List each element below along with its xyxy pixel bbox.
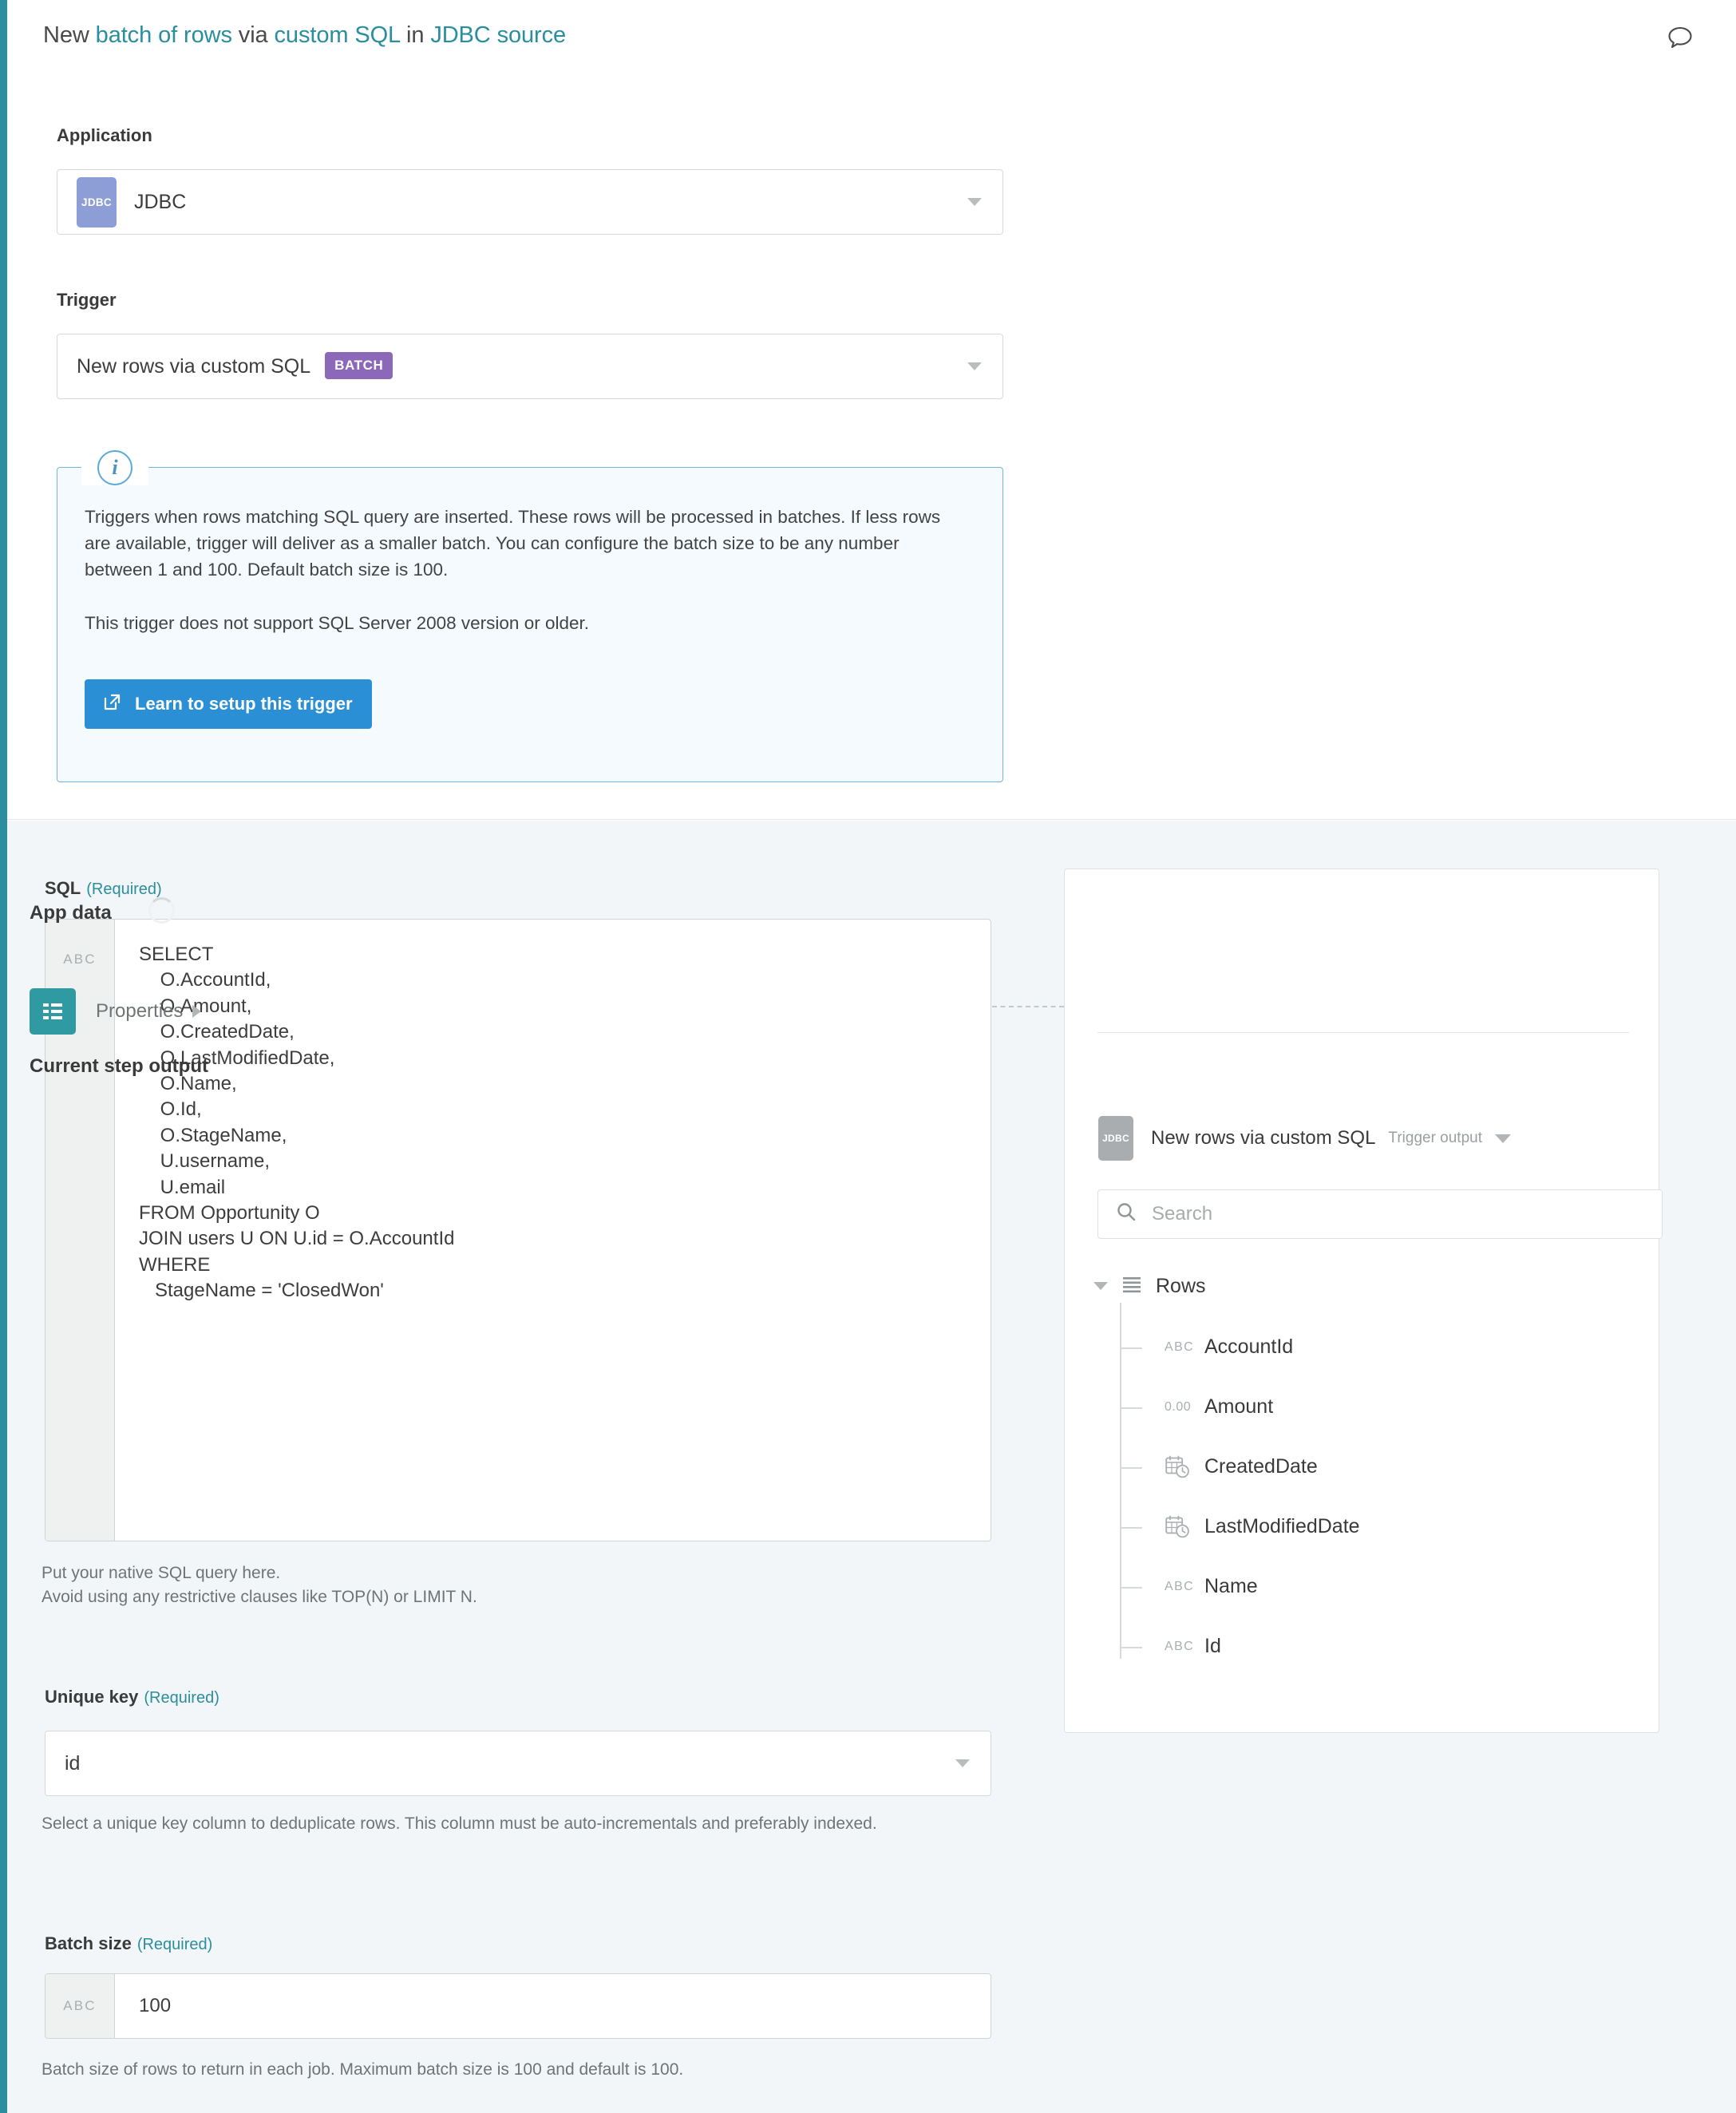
- jdbc-step-icon: JDBC: [1098, 1116, 1133, 1161]
- application-label: Application: [57, 125, 152, 145]
- info-paragraph-1: Triggers when rows matching SQL query ar…: [85, 507, 941, 580]
- chevron-down-icon: [967, 362, 982, 370]
- external-link-icon: [102, 692, 122, 717]
- page-title-part-4: in: [400, 22, 431, 48]
- step-output-subtitle: Trigger output: [1388, 1130, 1483, 1146]
- chevron-down-icon: [955, 1759, 970, 1767]
- trigger-label: Trigger: [57, 290, 117, 310]
- unique-key-label: Unique key (Required): [45, 1687, 219, 1707]
- field-output-connector: [992, 1006, 1064, 1007]
- tree-item-label: Amount: [1204, 1395, 1274, 1418]
- trigger-info-panel: i Triggers when rows matching SQL query …: [57, 450, 1003, 782]
- datetime-type-icon: [1165, 1454, 1201, 1480]
- comment-icon[interactable]: [1664, 21, 1696, 53]
- batch-size-type-indicator: ABC: [45, 1974, 115, 2038]
- sql-value[interactable]: SELECT O.AccountId, O.Amount, O.CreatedD…: [115, 920, 991, 1541]
- tree-item-accountid[interactable]: ABC AccountId: [1120, 1317, 1652, 1377]
- properties-label: Properties: [96, 1000, 184, 1022]
- sql-required-tag: (Required): [86, 880, 162, 898]
- learn-button-label: Learn to setup this trigger: [135, 694, 353, 714]
- batch-size-value[interactable]: 100: [115, 1974, 991, 2038]
- info-icon: i: [97, 450, 132, 485]
- loading-spinner: [148, 897, 175, 924]
- batch-size-required-tag: (Required): [136, 1936, 213, 1953]
- jdbc-app-icon: JDBC: [77, 176, 117, 228]
- accent-left-strip: [0, 0, 7, 2113]
- info-paragraph-2: This trigger does not support SQL Server…: [85, 613, 589, 634]
- trigger-value: New rows via custom SQL: [77, 354, 311, 378]
- current-step-output-title: Current step output: [30, 1055, 208, 1077]
- unique-key-value: id: [65, 1751, 81, 1775]
- output-field-tree: Rows ABC AccountId 0.00 Amount CreatedDa…: [1093, 1269, 1652, 1676]
- unique-key-required-tag: (Required): [144, 1689, 219, 1707]
- rows-icon: [1121, 1273, 1143, 1300]
- trigger-select[interactable]: New rows via custom SQL BATCH: [57, 334, 1003, 399]
- properties-row[interactable]: Properties: [30, 988, 202, 1035]
- page-title-part-5: JDBC source: [430, 22, 567, 48]
- batch-size-input[interactable]: ABC 100: [45, 1973, 991, 2039]
- page-title-part-0: New: [43, 22, 96, 48]
- number-type-icon: 0.00: [1165, 1399, 1192, 1414]
- panel-divider: [1097, 1032, 1629, 1033]
- list-icon: [30, 988, 76, 1035]
- tree-item-label: Id: [1204, 1635, 1221, 1657]
- tree-item-lastmodifieddate[interactable]: LastModifiedDate: [1120, 1497, 1652, 1557]
- unique-key-help-text: Select a unique key column to deduplicat…: [42, 1814, 877, 1833]
- tree-item-label: CreatedDate: [1204, 1455, 1318, 1478]
- batch-size-label-text: Batch size: [45, 1933, 132, 1953]
- step-output-header[interactable]: JDBC New rows via custom SQL Trigger out…: [1098, 1116, 1512, 1161]
- chevron-down-icon[interactable]: [1495, 1134, 1512, 1143]
- tree-children: ABC AccountId 0.00 Amount CreatedDate La…: [1120, 1303, 1652, 1676]
- string-type-icon: ABC: [1165, 1339, 1195, 1354]
- chevron-right-icon: [192, 1005, 202, 1018]
- sql-label: SQL (Required): [45, 878, 162, 899]
- unique-key-select[interactable]: id: [45, 1731, 991, 1796]
- info-panel-body: Triggers when rows matching SQL query ar…: [85, 504, 963, 636]
- info-legend: i: [81, 450, 148, 485]
- tree-root-rows[interactable]: Rows: [1093, 1269, 1652, 1303]
- learn-to-setup-trigger-button[interactable]: Learn to setup this trigger: [85, 679, 372, 729]
- trigger-header-section: New batch of rows via custom SQL in JDBC…: [7, 0, 1736, 820]
- tree-item-amount[interactable]: 0.00 Amount: [1120, 1377, 1652, 1437]
- batch-size-label: Batch size (Required): [45, 1933, 212, 1954]
- tree-root-label: Rows: [1156, 1274, 1206, 1297]
- string-type-icon: ABC: [1165, 1579, 1195, 1593]
- tree-item-createddate[interactable]: CreatedDate: [1120, 1437, 1652, 1497]
- tree-item-id[interactable]: ABC Id: [1120, 1616, 1652, 1676]
- tree-item-label: LastModifiedDate: [1204, 1515, 1360, 1537]
- search-input[interactable]: [1152, 1203, 1644, 1225]
- chevron-down-icon: [967, 198, 982, 206]
- trigger-config-page: New batch of rows via custom SQL in JDBC…: [0, 0, 1736, 2113]
- application-value: JDBC: [134, 190, 187, 213]
- unique-key-label-text: Unique key: [45, 1687, 139, 1707]
- page-title-part-3: custom SQL: [274, 22, 401, 48]
- search-icon: [1116, 1201, 1137, 1227]
- string-type-icon: ABC: [1165, 1639, 1195, 1653]
- app-data-title: App data: [30, 902, 112, 924]
- sql-label-text: SQL: [45, 878, 81, 898]
- tree-item-name[interactable]: ABC Name: [1120, 1557, 1652, 1616]
- batch-size-help-text: Batch size of rows to return in each job…: [42, 2060, 684, 2079]
- page-title-part-2: via: [231, 22, 275, 48]
- batch-badge: BATCH: [325, 352, 393, 379]
- step-output-name: New rows via custom SQL: [1151, 1127, 1376, 1149]
- application-select[interactable]: JDBC JDBC: [57, 169, 1003, 235]
- datetime-type-icon: [1165, 1514, 1201, 1540]
- sql-help-text: Put your native SQL query here. Avoid us…: [42, 1564, 477, 1606]
- output-search-box[interactable]: [1097, 1189, 1663, 1239]
- chevron-down-icon[interactable]: [1093, 1282, 1108, 1290]
- tree-item-label: Name: [1204, 1575, 1258, 1597]
- tree-item-label: AccountId: [1204, 1335, 1294, 1358]
- page-title-part-1: batch of rows: [95, 22, 232, 48]
- page-title: New batch of rows via custom SQL in JDBC…: [43, 22, 566, 49]
